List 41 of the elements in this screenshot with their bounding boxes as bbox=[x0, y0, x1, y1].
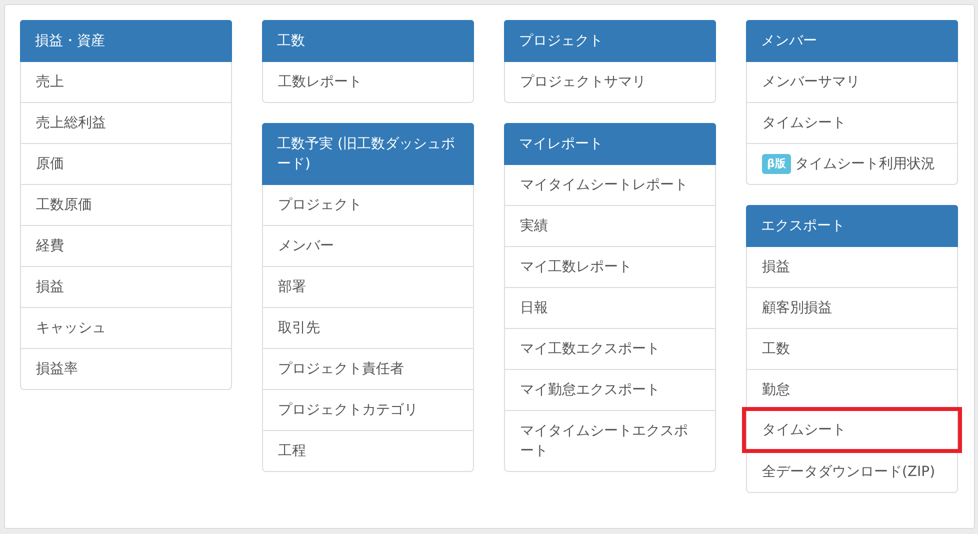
menu-link[interactable]: 工数レポート bbox=[263, 62, 473, 102]
beta-label: β版 bbox=[762, 154, 791, 174]
menu-link[interactable]: 損益 bbox=[21, 266, 231, 307]
menu-link[interactable]: 損益率 bbox=[21, 348, 231, 389]
panel-heading: エクスポート bbox=[746, 205, 958, 247]
panel-heading: 工数 bbox=[262, 20, 474, 62]
menu-link[interactable]: 工程 bbox=[263, 430, 473, 471]
menu-link[interactable]: 経費 bbox=[21, 225, 231, 266]
menu-link[interactable]: マイ工数レポート bbox=[505, 246, 715, 287]
menu-link[interactable]: メンバーサマリ bbox=[747, 62, 957, 102]
menu-link[interactable]: 工数 bbox=[747, 328, 957, 369]
menu-link[interactable]: 日報 bbox=[505, 287, 715, 328]
menu-link[interactable]: 勤怠 bbox=[747, 369, 957, 410]
menu-link[interactable]: 部署 bbox=[263, 266, 473, 307]
panel-heading: 工数予実 (旧工数ダッシュボード) bbox=[262, 123, 474, 185]
panel-heading: マイレポート bbox=[504, 123, 716, 165]
menu-link[interactable]: プロジェクト bbox=[263, 185, 473, 225]
menu-link[interactable]: 工数原価 bbox=[21, 184, 231, 225]
menu-link[interactable]: 売上 bbox=[21, 62, 231, 102]
menu-link[interactable]: マイタイムシートエクスポート bbox=[505, 410, 715, 471]
menu-link[interactable]: メンバー bbox=[263, 225, 473, 266]
panel-heading: メンバー bbox=[746, 20, 958, 62]
menu-link[interactable]: マイ工数エクスポート bbox=[505, 328, 715, 369]
menu-link[interactable]: プロジェクト責任者 bbox=[263, 348, 473, 389]
menu-link[interactable]: 全データダウンロード(ZIP) bbox=[747, 451, 957, 492]
menu-link[interactable]: 取引先 bbox=[263, 307, 473, 348]
menu-link[interactable]: プロジェクトカテゴリ bbox=[263, 389, 473, 430]
panel-heading: 損益・資産 bbox=[20, 20, 232, 62]
menu-link[interactable]: 顧客別損益 bbox=[747, 287, 957, 328]
menu-link[interactable]: 原価 bbox=[21, 143, 231, 184]
menu-link[interactable]: プロジェクトサマリ bbox=[505, 62, 715, 102]
menu-link[interactable]: タイムシート bbox=[747, 102, 957, 143]
menu-link[interactable]: 実績 bbox=[505, 205, 715, 246]
menu-link[interactable]: タイムシート bbox=[742, 407, 962, 453]
menu-link[interactable]: β版 タイムシート利用状況 bbox=[747, 143, 957, 184]
panel-heading: プロジェクト bbox=[504, 20, 716, 62]
menu-link[interactable]: 売上総利益 bbox=[21, 102, 231, 143]
menu-link[interactable]: マイ勤怠エクスポート bbox=[505, 369, 715, 410]
menu-link[interactable]: 損益 bbox=[747, 247, 957, 287]
menu-link[interactable]: キャッシュ bbox=[21, 307, 231, 348]
menu-link[interactable]: マイタイムシートレポート bbox=[505, 165, 715, 205]
